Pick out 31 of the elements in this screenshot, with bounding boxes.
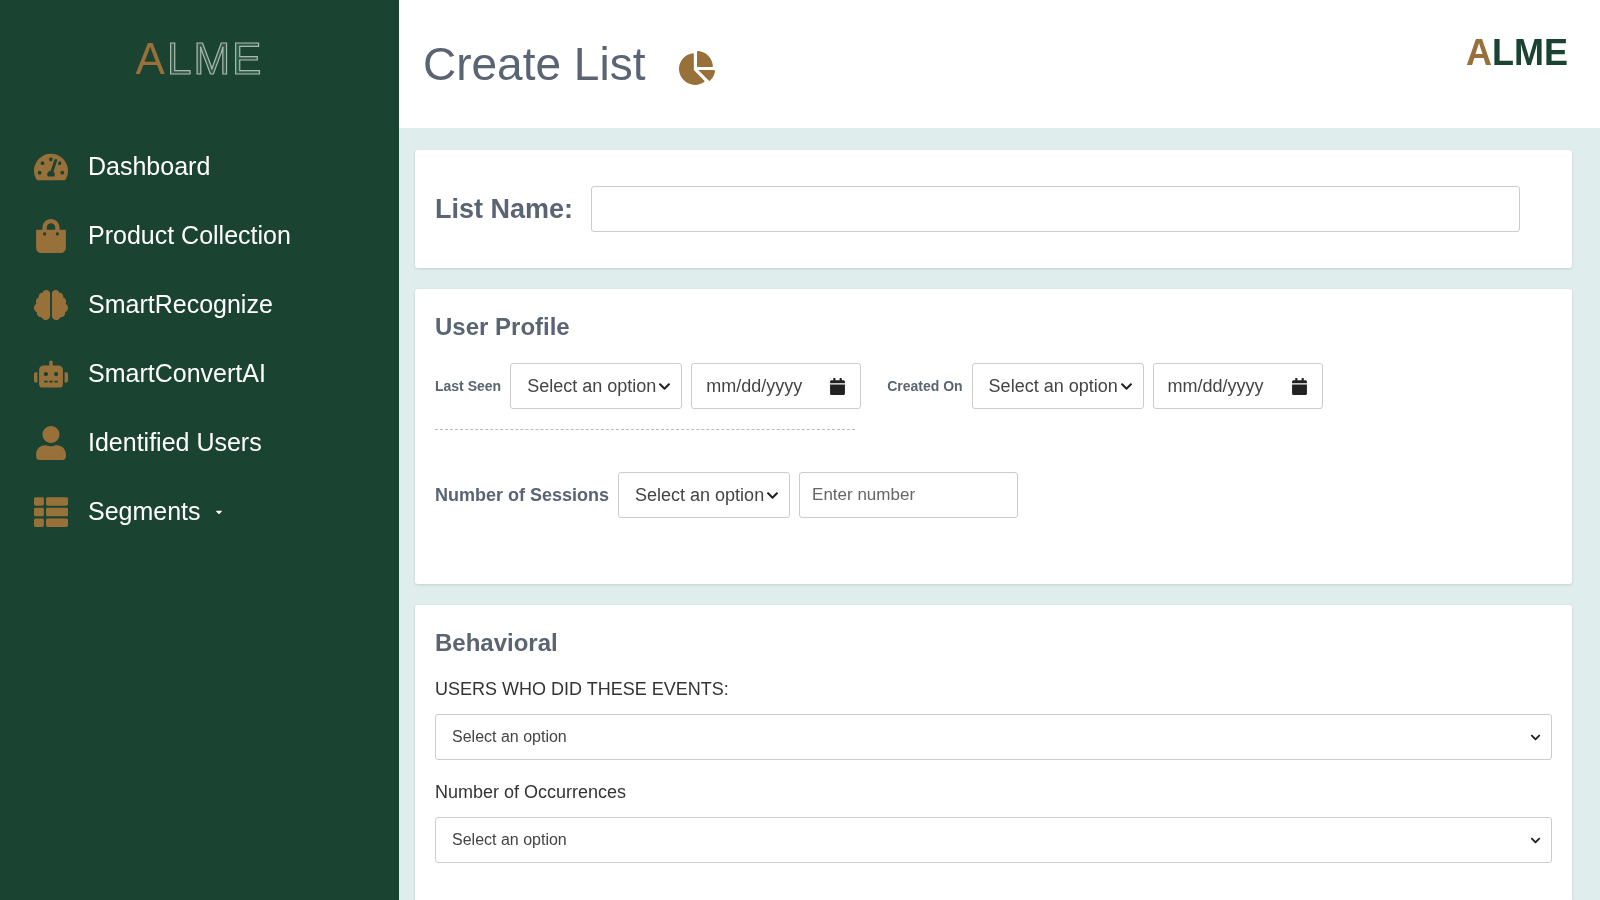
field-label: Created On bbox=[887, 378, 963, 394]
select-dropdown[interactable]: Select an option bbox=[435, 714, 1552, 760]
brain-icon bbox=[32, 287, 70, 322]
pie-chart-icon bbox=[679, 50, 716, 86]
page-title: Create List bbox=[423, 37, 646, 91]
sidebar-item[interactable]: Product Collection bbox=[0, 201, 399, 270]
sidebar-item[interactable]: SmartRecognize bbox=[0, 270, 399, 339]
field-label: USERS WHO DID THESE EVENTS: bbox=[435, 679, 730, 700]
select-dropdown[interactable]: Select an option bbox=[435, 817, 1552, 863]
list-name-field[interactable] bbox=[591, 186, 1520, 232]
field-label: Last Seen bbox=[435, 378, 502, 394]
sidebar-item[interactable]: Dashboard bbox=[0, 132, 399, 201]
list-name-label: List Name: bbox=[435, 193, 574, 225]
calendar-icon bbox=[1290, 377, 1308, 395]
select-dropdown[interactable]: Select an option bbox=[618, 472, 791, 518]
date-field[interactable]: mm/dd/yyyy bbox=[691, 363, 862, 409]
number-field[interactable]: Enter number bbox=[799, 472, 1019, 518]
select-dropdown[interactable]: Select an option bbox=[510, 363, 683, 409]
sidebar-item[interactable]: SmartConvertAI bbox=[0, 339, 399, 408]
date-field[interactable]: mm/dd/yyyy bbox=[1152, 363, 1323, 409]
list-icon bbox=[32, 494, 70, 529]
logo: ALME bbox=[135, 34, 264, 84]
section-title: Behavioral bbox=[435, 629, 559, 657]
field-label: Number of Occurrences bbox=[435, 782, 628, 803]
select-dropdown[interactable]: Select an option bbox=[971, 363, 1144, 409]
sidebar-item[interactable]: Identified Users bbox=[0, 408, 399, 477]
logo: ALME bbox=[1466, 32, 1568, 74]
calendar-icon bbox=[829, 377, 847, 395]
field-label: Number of Sessions bbox=[435, 484, 610, 506]
section-title: User Profile bbox=[435, 313, 571, 341]
sidebar-item[interactable]: Segments bbox=[0, 477, 399, 546]
